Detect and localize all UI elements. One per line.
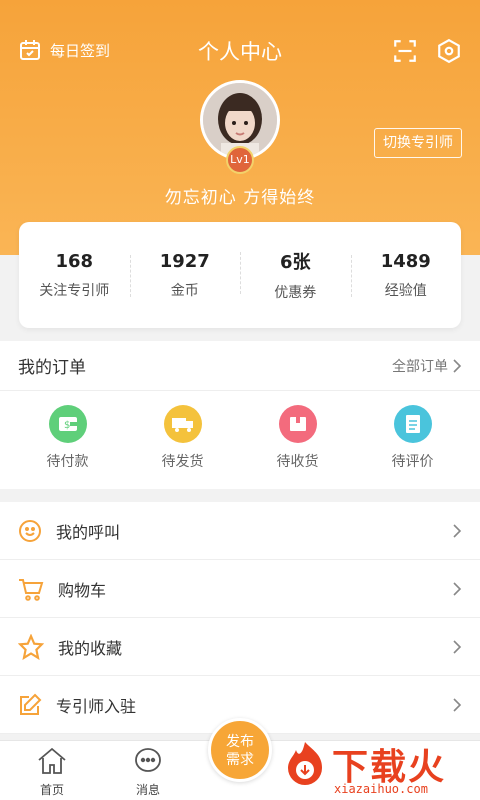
watermark-url: xiazaihuo.com (334, 782, 428, 796)
review-icon (393, 405, 432, 443)
tab-label: 消息 (135, 783, 160, 797)
publish-label-line1: 发布 (226, 734, 254, 750)
all-orders-label: 全部订单 (392, 358, 448, 375)
order-pending-receipt[interactable]: 待收货 (253, 405, 343, 471)
settings-icon[interactable] (436, 38, 462, 64)
stat-label: 金币 (170, 282, 199, 299)
stats-card: 168 关注专引师 1927 金币 6张 优惠券 1489 经验值 (19, 222, 461, 328)
stat-experience[interactable]: 1489 经验值 (350, 250, 462, 300)
svg-text:$: $ (64, 420, 70, 431)
order-label: 待收货 (276, 454, 319, 470)
cart-icon (19, 578, 44, 601)
chevron-right-icon (453, 581, 462, 596)
orders-title: 我的订单 (18, 358, 86, 378)
flame-logo-icon (288, 742, 322, 785)
truck-icon (163, 405, 202, 443)
menu-item-cart[interactable]: 购物车 (0, 560, 480, 618)
menu-label: 专引师入驻 (56, 696, 137, 716)
tab-label: 首页 (39, 783, 64, 797)
order-label: 待发货 (161, 454, 204, 470)
order-pending-review[interactable]: 待评价 (368, 405, 458, 471)
user-motto: 勿忘初心 方得始终 (164, 188, 316, 208)
stat-coins[interactable]: 1927 金币 (129, 250, 241, 300)
tab-messages[interactable]: 消息 (118, 747, 178, 798)
scan-icon[interactable] (392, 38, 418, 64)
publish-label-line2: 需求 (226, 752, 254, 768)
chevron-right-icon (453, 639, 462, 654)
stat-label: 经验值 (384, 282, 427, 299)
smile-icon (19, 519, 41, 542)
menu-label: 我的呼叫 (56, 522, 121, 542)
stat-value: 1927 (159, 250, 210, 272)
order-pending-payment[interactable]: $ 待付款 (23, 405, 113, 471)
menu-label: 购物车 (58, 580, 107, 600)
menu-label: 我的收藏 (58, 638, 123, 658)
package-icon (278, 405, 317, 443)
chat-icon (135, 748, 161, 772)
all-orders-link[interactable]: 全部订单 (392, 356, 462, 376)
profile-header: 每日签到 个人中心 Lv1 切换专引师 勿忘初心 方得始终 (0, 0, 480, 255)
menu-list: 我的呼叫 购物车 我的收藏 专引师入驻 (0, 502, 480, 734)
wallet-icon: $ (48, 405, 87, 443)
stat-value: 168 (55, 250, 94, 272)
stat-label: 优惠券 (274, 285, 317, 301)
switch-guide-button[interactable]: 切换专引师 (374, 128, 462, 158)
home-icon (38, 747, 66, 774)
stat-value: 6张 (279, 252, 311, 273)
avatar[interactable]: Lv1 (200, 80, 280, 174)
publish-request-button[interactable]: 发布 需求 (208, 718, 272, 782)
watermark: 下载火 xiazaihuo.com (282, 738, 478, 800)
chevron-right-icon (453, 697, 462, 712)
chevron-right-icon (453, 358, 462, 373)
order-pending-shipment[interactable]: 待发货 (138, 405, 228, 471)
order-label: 待付款 (46, 454, 89, 470)
stat-following[interactable]: 168 关注专引师 (19, 251, 130, 300)
menu-item-my-calls[interactable]: 我的呼叫 (0, 502, 480, 560)
order-label: 待评价 (391, 454, 434, 470)
stat-coupons[interactable]: 6张 优惠券 (240, 248, 351, 302)
my-orders-section: 我的订单 全部订单 $ 待付款 待发货 待收货 待评价 (0, 341, 480, 489)
chevron-right-icon (453, 523, 462, 538)
tab-home[interactable]: 首页 (22, 747, 82, 798)
menu-item-favorites[interactable]: 我的收藏 (0, 618, 480, 676)
level-badge: Lv1 (226, 146, 254, 174)
stat-label: 关注专引师 (39, 282, 110, 299)
star-icon (18, 633, 44, 660)
stat-value: 1489 (380, 250, 431, 272)
edit-icon (20, 693, 42, 715)
